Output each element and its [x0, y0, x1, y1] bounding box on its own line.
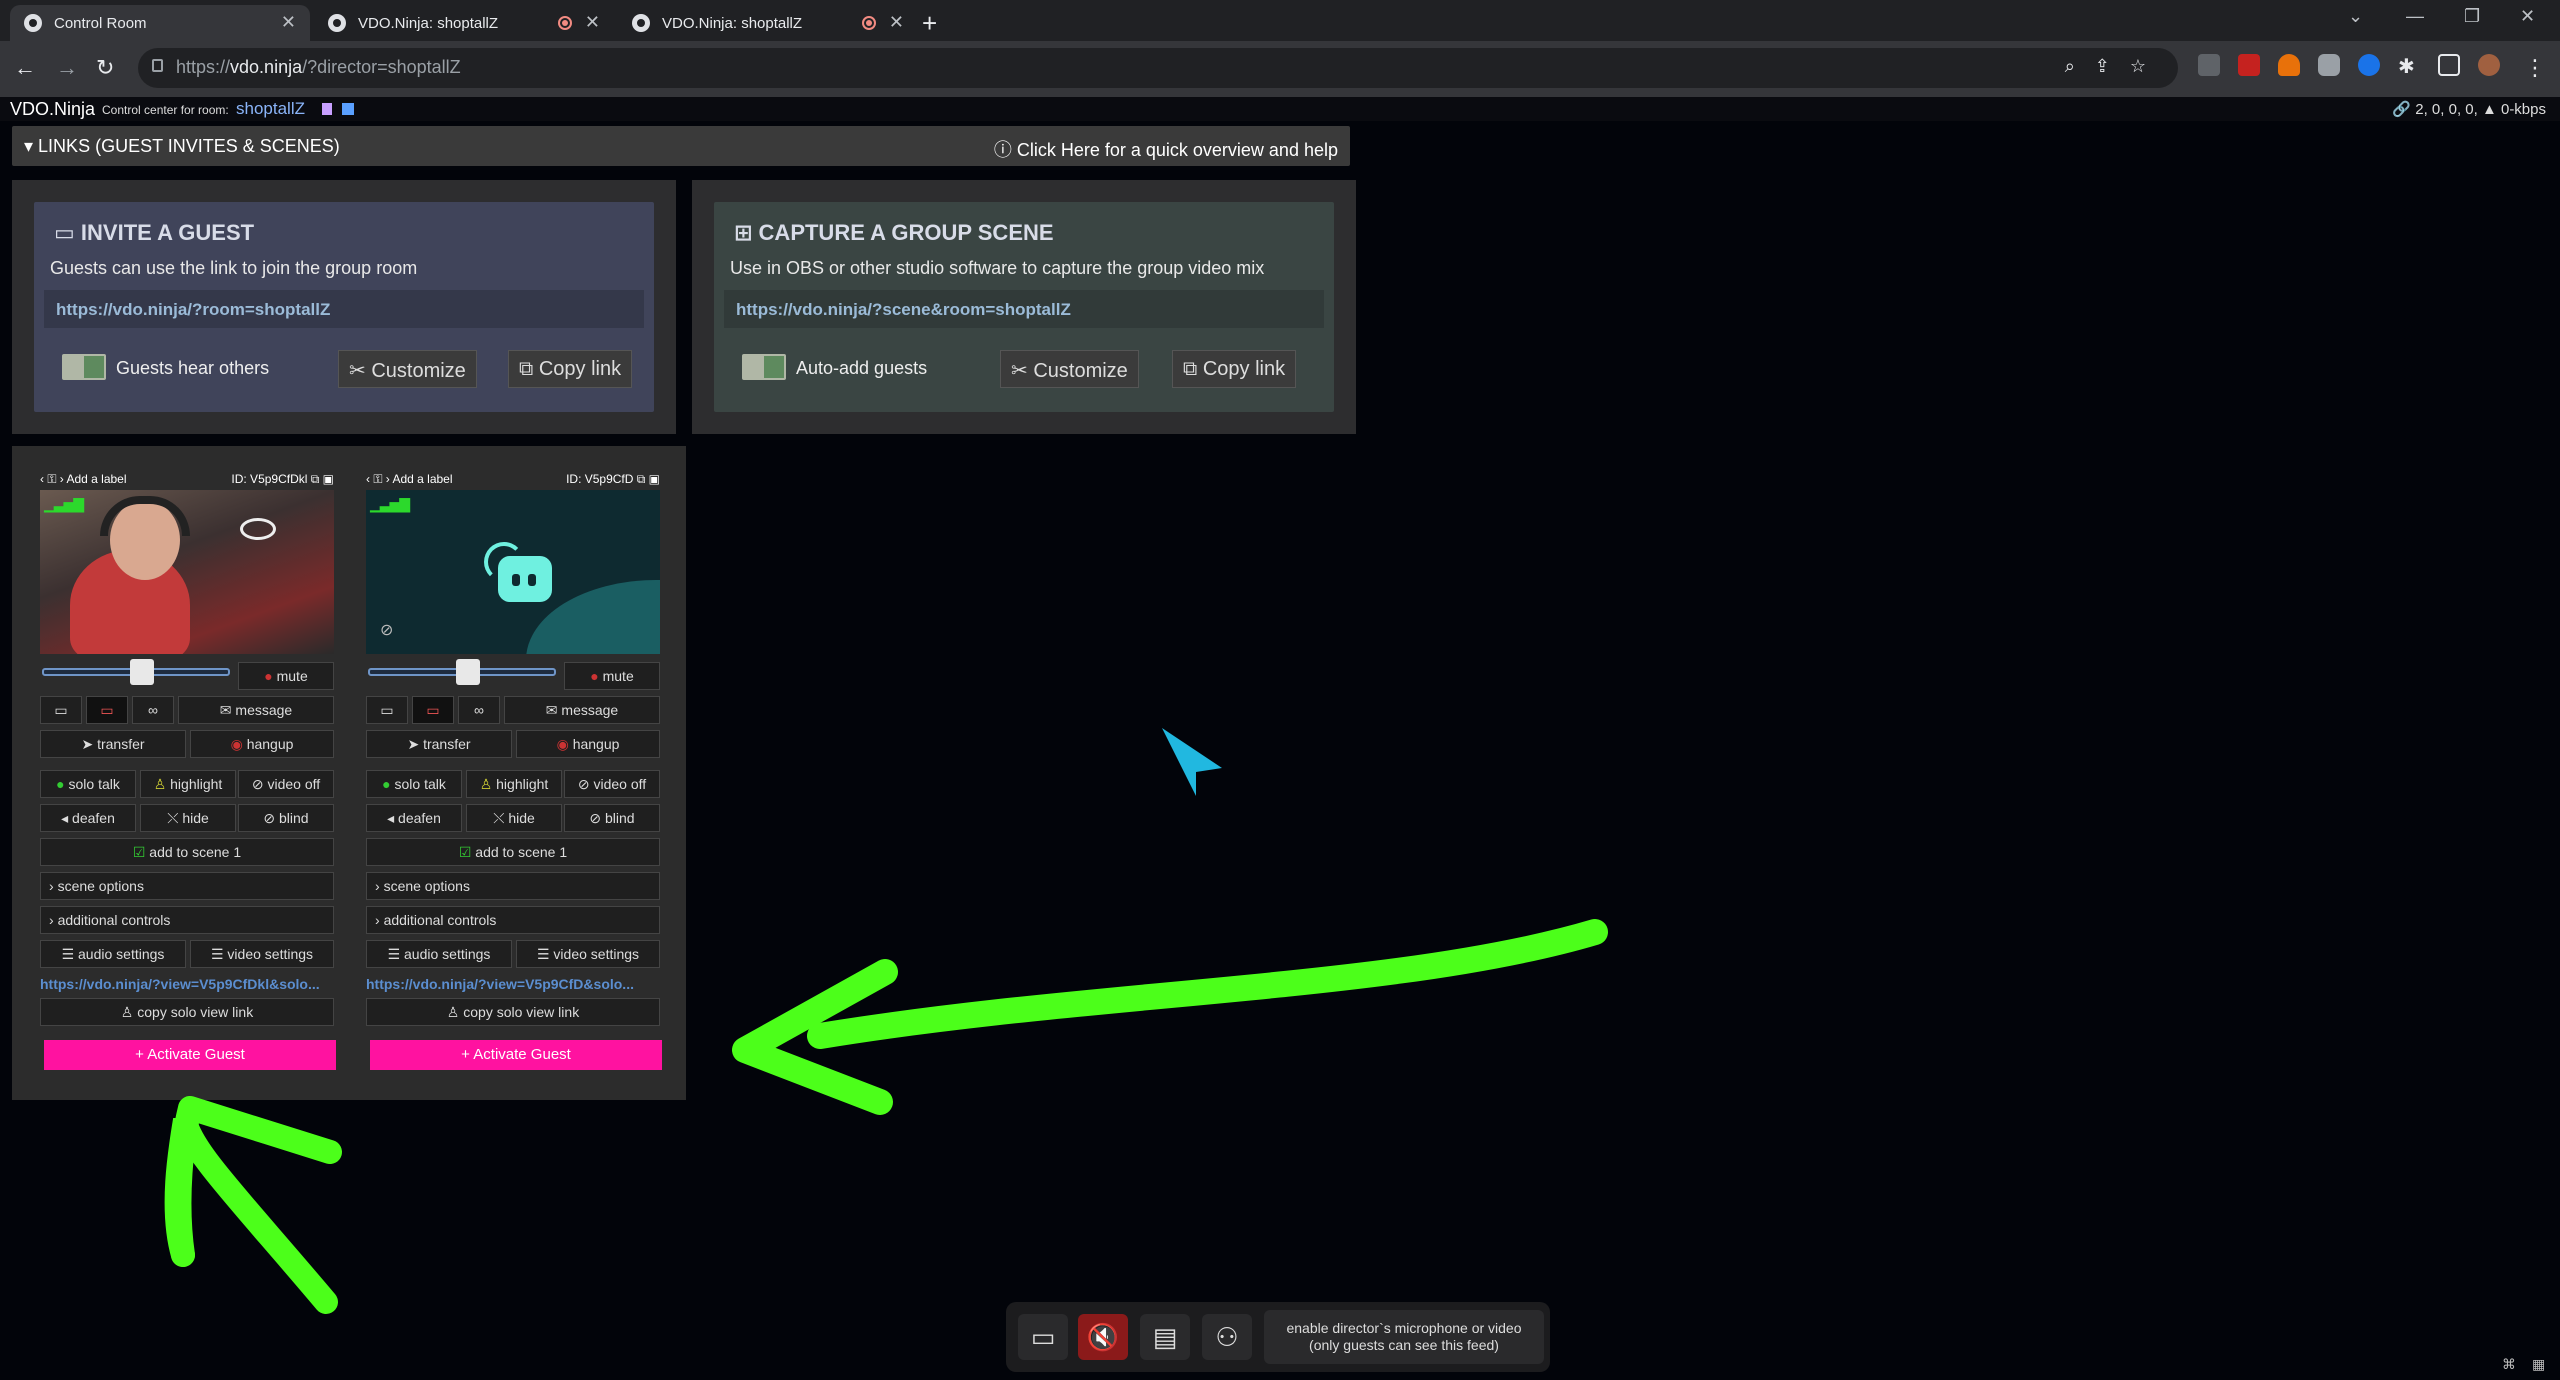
guest-settings-button[interactable]: ⚇ [1202, 1314, 1252, 1360]
translate-icon[interactable]: ⌘ [2502, 1356, 2516, 1373]
users-gear-icon: ⚇ [1215, 1322, 1239, 1352]
enable-director-media-button[interactable]: enable director`s microphone or video (o… [1264, 1310, 1544, 1364]
annotation-arrow-left-shaft [807, 919, 1608, 1049]
chat-button[interactable]: ▭ [1018, 1314, 1068, 1360]
mouse-cursor-icon [1162, 728, 1222, 796]
layout-icon: ▤ [1152, 1322, 1178, 1352]
chat-icon: ▭ [1030, 1322, 1056, 1352]
speaker-muted-icon: 🔇 [1086, 1322, 1120, 1352]
director-media-line2: (only guests can see this feed) [1309, 1337, 1499, 1353]
speaker-mute-button[interactable]: 🔇 [1078, 1314, 1128, 1360]
layout-button[interactable]: ▤ [1140, 1314, 1190, 1360]
annotation-layer [164, 728, 1608, 1314]
calendar-icon[interactable]: ▦ [2532, 1356, 2545, 1373]
director-media-line1: enable director`s microphone or video [1286, 1320, 1522, 1336]
director-toolbar: ▭ 🔇 ▤ ⚇ enable director`s microphone or … [1006, 1302, 1550, 1372]
